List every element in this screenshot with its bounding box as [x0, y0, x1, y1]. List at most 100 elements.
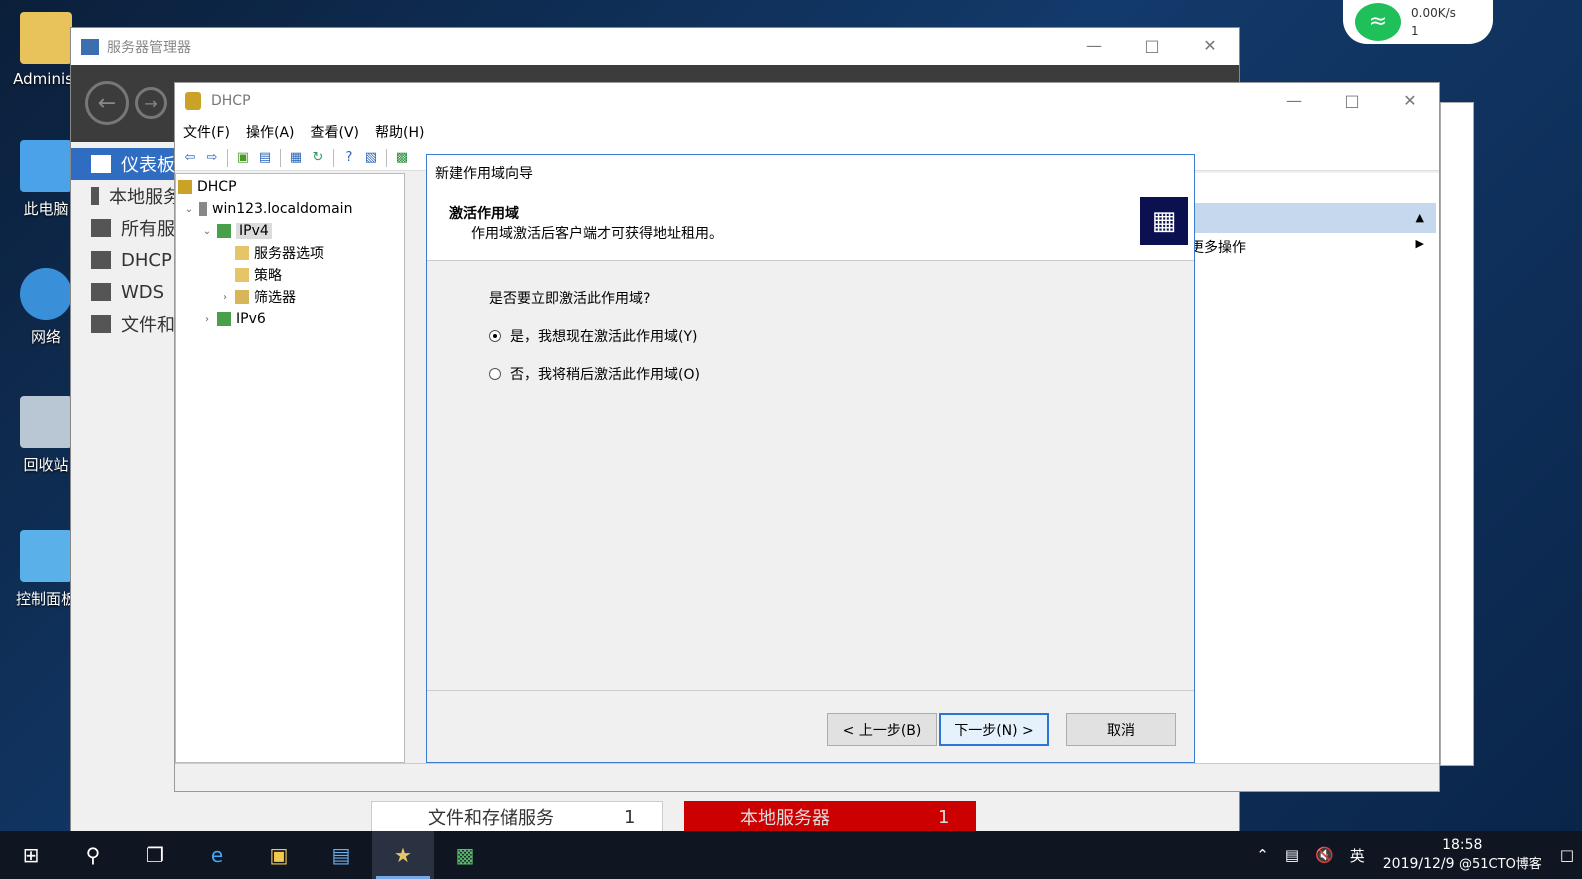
window-title: 服务器管理器: [107, 39, 191, 56]
sidebar-item-dashboard[interactable]: 仪表板: [71, 148, 176, 180]
minimize-button[interactable]: —: [1265, 83, 1323, 117]
wizard-heading: 激活作用域: [449, 206, 519, 222]
wizard-caption: 新建作用域向导: [427, 155, 1194, 191]
chevron-right-icon[interactable]: ›: [218, 292, 232, 303]
control-panel-icon: [20, 530, 72, 582]
server-manager-taskbar-icon[interactable]: ▤: [310, 831, 372, 879]
tile-count: 1: [624, 806, 636, 828]
chevron-right-icon: ▶: [1415, 237, 1424, 250]
network-speed-widget[interactable]: ≈ 0.00K/s 1: [1343, 0, 1493, 44]
policy-icon: [235, 268, 249, 282]
sidebar-item-wds[interactable]: WDS: [71, 276, 176, 308]
back-button[interactable]: ←: [85, 81, 129, 125]
properties-icon[interactable]: ▧: [362, 149, 380, 167]
activate-question: 是否要立即激活此作用域?: [489, 291, 651, 307]
close-button[interactable]: ✕: [1381, 83, 1439, 117]
tile-file-storage[interactable]: 文件和存储服务 1: [371, 801, 663, 833]
ipv6-icon: [217, 312, 231, 326]
search-icon[interactable]: ⚲: [62, 831, 124, 879]
up-folder-icon[interactable]: ▣: [234, 149, 252, 167]
system-tray: ⌃ ▤ 🔇 英 18:58 2019/12/9 @51CTO博客 □: [1248, 831, 1582, 879]
chevron-right-icon[interactable]: ›: [200, 314, 214, 325]
forward-arrow-icon[interactable]: ⇨: [203, 149, 221, 167]
ime-indicator[interactable]: 英: [1350, 845, 1365, 866]
start-button[interactable]: ⊞: [0, 831, 62, 879]
dhcp-icon: [185, 92, 201, 110]
desktop-icon-label: 回收站: [23, 456, 69, 474]
network-tool-taskbar-icon[interactable]: ▩: [434, 831, 496, 879]
options-folder-icon: [235, 246, 249, 260]
server-manager-sidebar: 仪表板 本地服务器 所有服务器 DHCP WDS 文件和存储服务: [71, 142, 176, 832]
menu-action[interactable]: 操作(A): [246, 122, 295, 142]
refresh-icon[interactable]: ↻: [309, 149, 327, 167]
export-list-icon[interactable]: ▦: [287, 149, 305, 167]
tree-node-ipv4[interactable]: ⌄ IPv4: [200, 220, 272, 242]
sidebar-item-local-server[interactable]: 本地服务器: [71, 180, 176, 212]
server-manager-icon: [81, 38, 99, 55]
maximize-button[interactable]: □: [1123, 28, 1181, 62]
wizard-header: 激活作用域 作用域激活后客户端才可获得地址租用。 ▦: [427, 191, 1194, 261]
radio-selected-icon[interactable]: [489, 330, 501, 342]
chevron-up-icon[interactable]: ⌃: [1256, 846, 1269, 864]
wds-role-icon: [91, 283, 111, 301]
dhcp-titlebar: DHCP: [175, 83, 1439, 119]
menu-view[interactable]: 查看(V): [311, 122, 360, 142]
close-button[interactable]: ✕: [1181, 28, 1239, 62]
dhcp-taskbar-icon[interactable]: ★: [372, 831, 434, 879]
dhcp-role-icon: [91, 251, 111, 269]
radio-unselected-icon[interactable]: [489, 368, 501, 380]
radio-activate-later[interactable]: 否，我将稍后激活此作用域(O): [489, 364, 700, 384]
dhcp-icon: [178, 180, 192, 194]
wizard-subheading: 作用域激活后客户端才可获得地址租用。: [471, 226, 723, 242]
wizard-scope-icon: ▦: [1140, 197, 1188, 245]
wizard-footer: < 上一步(B) 下一步(N) > 取消: [427, 690, 1194, 762]
file-storage-icon: [91, 315, 111, 333]
back-arrow-icon[interactable]: ⇦: [181, 149, 199, 167]
chevron-down-icon[interactable]: ⌄: [182, 204, 196, 215]
sidebar-item-all-servers[interactable]: 所有服务器: [71, 212, 176, 244]
forward-button[interactable]: →: [135, 87, 167, 119]
tree-node-filters[interactable]: › 筛选器: [218, 286, 296, 308]
next-button[interactable]: 下一步(N) >: [939, 713, 1049, 746]
actions-header[interactable]: ▲: [1190, 203, 1436, 233]
back-button[interactable]: < 上一步(B): [827, 713, 937, 746]
menu-help[interactable]: 帮助(H): [375, 122, 424, 142]
server-icon: [91, 187, 99, 205]
tree-node-server-options[interactable]: 服务器选项: [232, 242, 324, 264]
tree-node-ipv6[interactable]: › IPv6: [200, 308, 266, 330]
internet-explorer-icon[interactable]: e: [186, 831, 248, 879]
volume-muted-icon[interactable]: 🔇: [1315, 846, 1334, 864]
radio-activate-now[interactable]: 是，我想现在激活此作用域(Y): [489, 326, 697, 346]
file-explorer-icon[interactable]: ▣: [248, 831, 310, 879]
tree-node-dhcp[interactable]: DHCP: [178, 176, 237, 198]
filter-icon: [235, 290, 249, 304]
window-title: DHCP: [211, 93, 251, 109]
desktop-icon-label: Administ: [13, 70, 79, 88]
wizard-body: 是否要立即激活此作用域? 是，我想现在激活此作用域(Y) 否，我将稍后激活此作用…: [427, 262, 1194, 692]
help-icon[interactable]: ?: [340, 149, 358, 167]
action-more-actions[interactable]: 更多操作 ▶: [1190, 237, 1436, 257]
notification-icon[interactable]: □: [1560, 846, 1574, 864]
taskbar: ⊞ ⚲ ❐ e ▣ ▤ ★ ▩ ⌃ ▤ 🔇 英 18:58 2019/12/9 …: [0, 831, 1582, 879]
server-icon: [199, 202, 207, 216]
monitor-icon[interactable]: ▩: [393, 149, 411, 167]
cancel-button[interactable]: 取消: [1066, 713, 1176, 746]
network-speed: 0.00K/s: [1411, 6, 1456, 20]
network-tray-icon[interactable]: ▤: [1285, 846, 1299, 864]
minimize-button[interactable]: —: [1065, 28, 1123, 62]
user-folder-icon: [20, 12, 72, 64]
maximize-button[interactable]: □: [1323, 83, 1381, 117]
show-tree-icon[interactable]: ▤: [256, 149, 274, 167]
tree-node-policies[interactable]: 策略: [232, 264, 282, 286]
task-view-icon[interactable]: ❐: [124, 831, 186, 879]
chevron-down-icon[interactable]: ⌄: [200, 226, 214, 237]
sidebar-item-file-storage[interactable]: 文件和存储服务: [71, 308, 176, 340]
clock[interactable]: 18:58 2019/12/9 @51CTO博客: [1383, 836, 1542, 874]
tile-local-server[interactable]: 本地服务器 1: [684, 801, 976, 833]
clock-time: 18:58: [1442, 837, 1483, 853]
tree-node-server[interactable]: ⌄ win123.localdomain: [182, 198, 353, 220]
actions-pane: ▲ 更多操作 ▶: [1189, 173, 1439, 763]
menu-file[interactable]: 文件(F): [183, 122, 230, 142]
sidebar-item-dhcp[interactable]: DHCP: [71, 244, 176, 276]
servers-icon: [91, 219, 111, 237]
